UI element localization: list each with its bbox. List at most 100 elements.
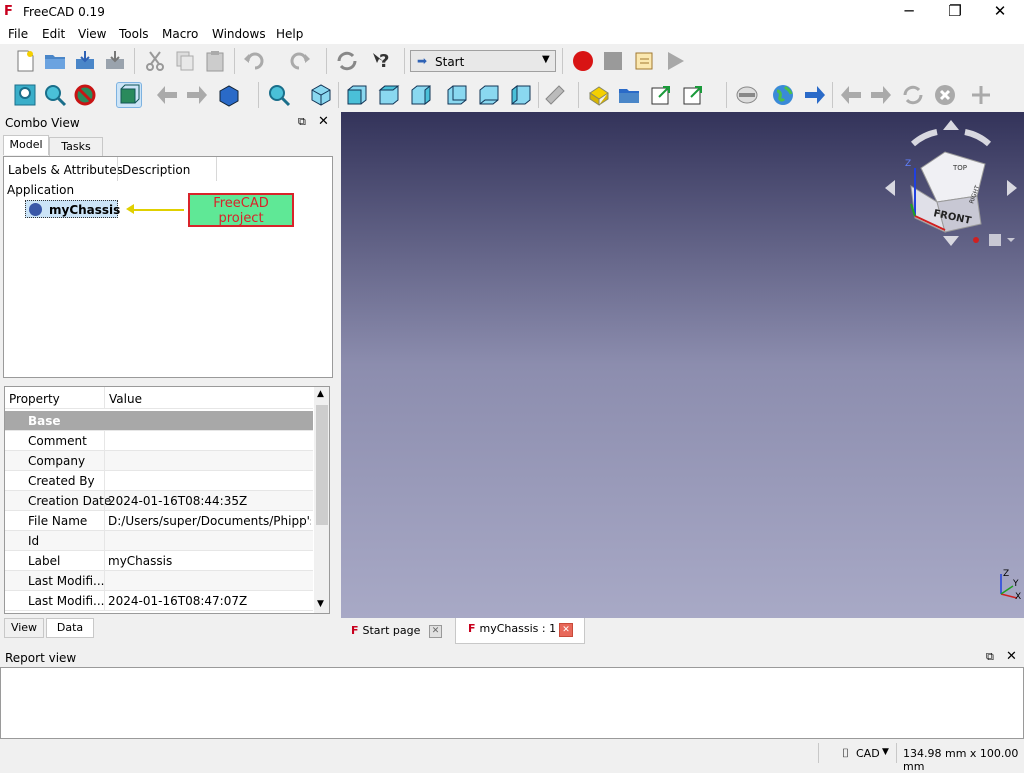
draw-style-icon[interactable]: [72, 82, 98, 108]
redo-icon[interactable]: [286, 48, 312, 74]
view-front-icon[interactable]: [344, 82, 370, 108]
navigation-style-label[interactable]: CAD: [856, 747, 880, 760]
zoom-in-icon[interactable]: [968, 82, 994, 108]
menu-edit[interactable]: Edit: [42, 27, 65, 41]
menu-macro[interactable]: Macro: [162, 27, 198, 41]
tab-start-page[interactable]: F Start page ✕: [345, 620, 451, 644]
property-group-row[interactable]: Base: [5, 411, 313, 431]
save-as-icon[interactable]: [102, 48, 128, 74]
tab-mychassis[interactable]: FmyChassis : 1 ✕: [455, 618, 585, 644]
chevron-down-icon[interactable]: ▼: [882, 747, 889, 757]
view-bottom-icon[interactable]: [476, 82, 502, 108]
property-row[interactable]: Created By: [5, 471, 313, 491]
new-file-icon[interactable]: [12, 48, 38, 74]
stop-macro-icon[interactable]: [600, 48, 626, 74]
property-name: Last Modifi...: [28, 574, 105, 588]
forward-arrow-icon[interactable]: [184, 82, 210, 108]
close-tab-icon[interactable]: ✕: [559, 623, 573, 637]
edit-macro-icon[interactable]: [632, 48, 658, 74]
web-refresh-icon[interactable]: [900, 82, 926, 108]
property-row[interactable]: Company: [5, 451, 313, 471]
maximize-button[interactable]: ❐: [932, 0, 978, 24]
view-menu-cube-icon[interactable]: [989, 234, 1001, 246]
web-back-icon[interactable]: [838, 82, 864, 108]
scroll-up-icon[interactable]: ▲: [317, 389, 324, 399]
view-rear-icon[interactable]: [444, 82, 470, 108]
freecad-logo-icon: F: [4, 4, 13, 19]
scroll-down-icon[interactable]: ▼: [317, 599, 324, 609]
property-row[interactable]: Last Modifi...: [5, 571, 313, 591]
create-link-icon[interactable]: [648, 82, 674, 108]
back-arrow-icon[interactable]: [154, 82, 180, 108]
cut-icon[interactable]: [142, 48, 168, 74]
workbench-selector[interactable]: ➡ Start ▼: [410, 50, 556, 72]
create-group-icon[interactable]: [616, 82, 642, 108]
web-next-icon[interactable]: [802, 82, 828, 108]
whats-this-icon[interactable]: ?: [370, 48, 396, 74]
tab-view[interactable]: View: [4, 618, 44, 638]
fit-all-icon[interactable]: [12, 82, 38, 108]
close-panel-icon[interactable]: ✕: [1006, 649, 1017, 664]
header-property[interactable]: Property: [9, 392, 60, 406]
chevron-down-icon[interactable]: [1007, 238, 1015, 242]
save-icon[interactable]: [72, 48, 98, 74]
property-row[interactable]: Last Modifi... 2024-01-16T08:47:07Z: [5, 591, 313, 611]
minimize-button[interactable]: ─: [886, 0, 932, 24]
zoom-icon[interactable]: [266, 82, 292, 108]
bounding-box-icon[interactable]: [116, 82, 142, 108]
tab-model[interactable]: Model: [3, 135, 49, 155]
run-macro-icon[interactable]: [662, 48, 688, 74]
report-view-output[interactable]: [0, 667, 1024, 739]
view-top-icon[interactable]: [376, 82, 402, 108]
measure-icon[interactable]: [542, 82, 568, 108]
header-value[interactable]: Value: [109, 392, 142, 406]
float-panel-icon[interactable]: ⧉: [298, 115, 306, 129]
property-group-label: Base: [28, 414, 61, 428]
property-row[interactable]: Comment: [5, 431, 313, 451]
menu-windows[interactable]: Windows: [212, 27, 266, 41]
tab-data[interactable]: Data: [46, 618, 94, 638]
property-row[interactable]: File Name D:/Users/super/Documents/Phipp'…: [5, 511, 313, 531]
menu-tools[interactable]: Tools: [119, 27, 149, 41]
property-header: Property Value: [5, 387, 313, 409]
property-value: D:/Users/super/Documents/Phipp's...: [108, 514, 311, 528]
navigation-icon[interactable]: [734, 82, 760, 108]
menu-file[interactable]: File: [8, 27, 28, 41]
web-stop-icon[interactable]: [932, 82, 958, 108]
view-right-icon[interactable]: [408, 82, 434, 108]
menu-view[interactable]: View: [78, 27, 106, 41]
tree-header-description[interactable]: Description: [122, 163, 190, 177]
fit-selection-icon[interactable]: [42, 82, 68, 108]
close-button[interactable]: ✕: [977, 0, 1023, 24]
tree-item-document[interactable]: myChassis: [25, 200, 120, 218]
paste-icon[interactable]: [202, 48, 228, 74]
create-part-icon[interactable]: [586, 82, 612, 108]
property-row[interactable]: Label myChassis: [5, 551, 313, 571]
property-name: Creation Date: [28, 494, 112, 508]
open-file-icon[interactable]: [42, 48, 68, 74]
close-tab-icon[interactable]: ✕: [429, 625, 442, 638]
navigation-cube[interactable]: FRONT TOP RIGHT Z: [881, 116, 1021, 256]
refresh-icon[interactable]: [334, 48, 360, 74]
tab-tasks[interactable]: Tasks: [49, 137, 103, 157]
column-divider: [104, 591, 105, 611]
tree-header-labels[interactable]: Labels & Attributes: [8, 163, 123, 177]
toolbar-separator: [562, 48, 563, 74]
view-left-icon[interactable]: [508, 82, 534, 108]
axis-cross-icon: Z Y X: [1000, 569, 1021, 600]
web-browser-icon[interactable]: [770, 82, 796, 108]
property-row[interactable]: Creation Date 2024-01-16T08:44:35Z: [5, 491, 313, 511]
property-row[interactable]: Id: [5, 531, 313, 551]
std-view-icon[interactable]: [216, 82, 242, 108]
3d-viewport[interactable]: FRONT TOP RIGHT Z Z Y X: [341, 112, 1024, 618]
float-panel-icon[interactable]: ⧉: [986, 650, 994, 664]
copy-icon[interactable]: [172, 48, 198, 74]
scrollbar-thumb[interactable]: [316, 405, 328, 525]
web-forward-icon[interactable]: [868, 82, 894, 108]
menu-help[interactable]: Help: [276, 27, 303, 41]
view-isometric-icon[interactable]: [308, 82, 334, 108]
link-actions-icon[interactable]: [680, 82, 706, 108]
undo-icon[interactable]: [242, 48, 268, 74]
record-macro-icon[interactable]: [570, 48, 596, 74]
close-panel-icon[interactable]: ✕: [318, 114, 329, 129]
